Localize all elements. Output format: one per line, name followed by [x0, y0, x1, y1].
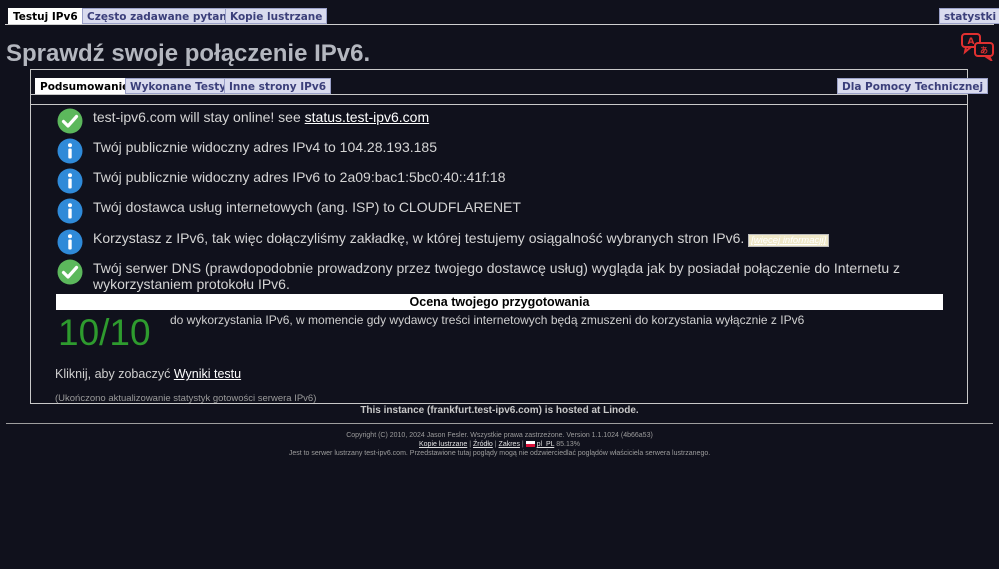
translate-icon[interactable]: A あ — [961, 33, 995, 61]
more-info-link[interactable]: [więcej informacji] — [748, 234, 830, 247]
footer-locale-link[interactable]: pl_PL — [537, 441, 555, 448]
readiness-header: Ocena twojego przygotowania — [56, 294, 943, 310]
status-message: test-ipv6.com will stay online! see — [93, 109, 305, 125]
readiness-score: 10/10 — [58, 312, 151, 353]
panel-divider — [31, 104, 967, 105]
footer-divider — [6, 423, 993, 424]
result-text: Korzystasz z IPv6, tak więc dołączyliśmy… — [93, 230, 830, 249]
check-icon — [57, 108, 83, 134]
result-text: Twój publicznie widoczny adres IPv4 to 1… — [93, 139, 437, 155]
results-prompt-text: Kliknij, aby zobaczyć — [55, 367, 174, 381]
svg-text:A: A — [968, 37, 975, 47]
tab-stats[interactable]: statystki — [939, 8, 999, 24]
result-text: test-ipv6.com will stay online! see stat… — [93, 109, 429, 125]
page-title: Sprawdź swoje połączenie IPv6. — [6, 40, 371, 67]
svg-text:あ: あ — [980, 46, 988, 55]
info-icon — [57, 168, 83, 194]
results-prompt: Kliknij, aby zobaczyć Wyniki testu — [55, 367, 241, 381]
tab-other-ipv6-sites[interactable]: Inne strony IPv6 — [224, 78, 332, 94]
poland-flag-icon — [525, 441, 535, 448]
status-link[interactable]: status.test-ipv6.com — [305, 109, 430, 125]
mirror-disclaimer: Jest to serwer lustrzany test-ipv6.com. … — [288, 450, 711, 457]
tab-test-ipv6[interactable]: Testuj IPv6 — [8, 8, 83, 24]
tab-summary[interactable]: Podsumowanie — [35, 78, 135, 94]
test-results-link[interactable]: Wyniki testu — [174, 367, 241, 381]
check-icon — [57, 259, 83, 285]
copyright: Copyright (C) 2010, 2024 Jason Fesler. W… — [346, 432, 653, 439]
footer-mirrors-link[interactable]: Kopie lustrzane — [419, 441, 467, 448]
update-note: (Ukończono aktualizowanie statystyk goto… — [55, 393, 317, 404]
footer-locale-percent: 85.13% — [556, 441, 580, 448]
ipv6-sites-message: Korzystasz z IPv6, tak więc dołączyliśmy… — [93, 230, 745, 246]
info-icon — [57, 138, 83, 164]
results-panel: Podsumowanie Wykonane Testy Inne strony … — [30, 69, 989, 404]
result-text: Twój dostawca usług internetowych (ang. … — [93, 199, 521, 215]
info-icon — [57, 229, 83, 255]
footer-source-link[interactable]: Źródło — [473, 441, 493, 448]
result-text: Twój publicznie widoczny adres IPv6 to 2… — [93, 169, 506, 185]
footer-range-link[interactable]: Zakres — [499, 441, 520, 448]
tab-faq[interactable]: Często zadawane pytania — [82, 8, 243, 24]
sub-nav: Podsumowanie Wykonane Testy Inne strony … — [31, 78, 989, 95]
tab-tests-run[interactable]: Wykonane Testy — [125, 78, 232, 94]
readiness-description: do wykorzystania IPv6, w momencie gdy wy… — [170, 313, 805, 327]
tab-mirrors[interactable]: Kopie lustrzane — [225, 8, 328, 24]
result-text: Twój serwer DNS (prawdopodobnie prowadzo… — [93, 260, 901, 292]
top-nav: Testuj IPv6 Często zadawane pytania Kopi… — [0, 8, 999, 25]
info-icon — [57, 198, 83, 224]
tab-helpdesk[interactable]: Dla Pomocy Technicznej — [837, 78, 989, 94]
hosted-notice: This instance (frankfurt.test-ipv6.com) … — [360, 405, 639, 416]
footer-links: Kopie lustrzane | Źródło | Zakres | pl_P… — [0, 441, 999, 448]
